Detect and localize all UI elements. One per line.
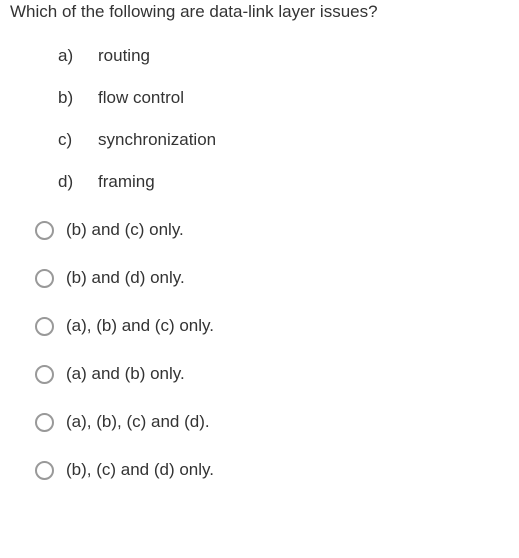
option-label: flow control bbox=[98, 88, 184, 108]
answer-choice-5[interactable]: (a), (b), (c) and (d). bbox=[35, 412, 519, 432]
option-marker: a) bbox=[58, 46, 98, 66]
radio-icon[interactable] bbox=[35, 221, 54, 240]
answer-choice-4[interactable]: (a) and (b) only. bbox=[35, 364, 519, 384]
option-list: a) routing b) flow control c) synchroniz… bbox=[0, 46, 519, 192]
answer-label: (b) and (c) only. bbox=[66, 220, 184, 240]
answer-label: (a), (b) and (c) only. bbox=[66, 316, 214, 336]
answer-list: (b) and (c) only. (b) and (d) only. (a),… bbox=[0, 220, 519, 480]
option-label: framing bbox=[98, 172, 155, 192]
option-marker: d) bbox=[58, 172, 98, 192]
option-marker: c) bbox=[58, 130, 98, 150]
answer-choice-6[interactable]: (b), (c) and (d) only. bbox=[35, 460, 519, 480]
option-c: c) synchronization bbox=[58, 130, 519, 150]
option-d: d) framing bbox=[58, 172, 519, 192]
option-b: b) flow control bbox=[58, 88, 519, 108]
answer-label: (b), (c) and (d) only. bbox=[66, 460, 214, 480]
answer-label: (a), (b), (c) and (d). bbox=[66, 412, 210, 432]
answer-label: (a) and (b) only. bbox=[66, 364, 185, 384]
answer-choice-2[interactable]: (b) and (d) only. bbox=[35, 268, 519, 288]
answer-choice-1[interactable]: (b) and (c) only. bbox=[35, 220, 519, 240]
option-label: synchronization bbox=[98, 130, 216, 150]
question-prompt: Which of the following are data-link lay… bbox=[0, 0, 519, 22]
answer-label: (b) and (d) only. bbox=[66, 268, 185, 288]
option-a: a) routing bbox=[58, 46, 519, 66]
radio-icon[interactable] bbox=[35, 365, 54, 384]
radio-icon[interactable] bbox=[35, 317, 54, 336]
radio-icon[interactable] bbox=[35, 461, 54, 480]
option-label: routing bbox=[98, 46, 150, 66]
radio-icon[interactable] bbox=[35, 269, 54, 288]
answer-choice-3[interactable]: (a), (b) and (c) only. bbox=[35, 316, 519, 336]
radio-icon[interactable] bbox=[35, 413, 54, 432]
option-marker: b) bbox=[58, 88, 98, 108]
